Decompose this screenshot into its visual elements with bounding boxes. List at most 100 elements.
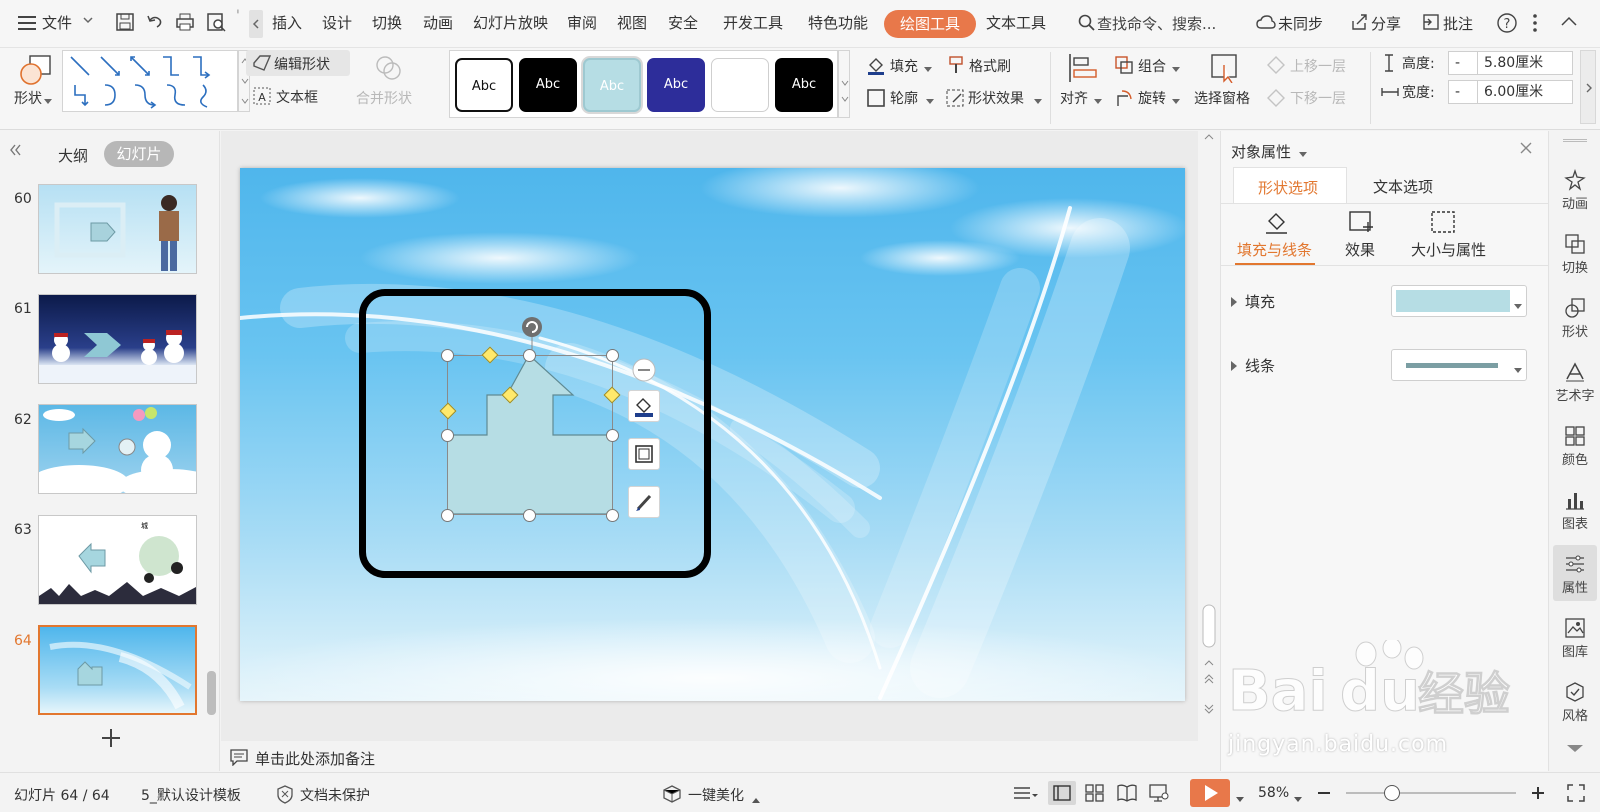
- style-swatch-white[interactable]: Abc: [455, 58, 513, 112]
- zoom-slider-track[interactable]: [1346, 792, 1516, 794]
- tab-design[interactable]: 设计: [322, 12, 352, 33]
- resize-handle-top[interactable]: [523, 349, 536, 362]
- more-quick-access-icon[interactable]: ': [236, 8, 240, 24]
- canvas-scrollbar[interactable]: [1198, 131, 1220, 741]
- align-button[interactable]: 对齐: [1060, 88, 1088, 108]
- merge-shape-button[interactable]: 合并形状: [356, 88, 412, 108]
- chevron-down-icon[interactable]: [1299, 146, 1307, 162]
- tab-special[interactable]: 特色功能: [808, 12, 868, 33]
- group-button[interactable]: 组合: [1138, 56, 1166, 76]
- zoom-out-icon[interactable]: [1316, 785, 1332, 805]
- resize-handle-top-right[interactable]: [606, 349, 619, 362]
- more-options-icon[interactable]: [1531, 12, 1539, 38]
- notes-placeholder[interactable]: 单击此处添加备注: [255, 748, 375, 769]
- sidebar-item-transition[interactable]: 切换: [1549, 233, 1600, 276]
- send-backward-button[interactable]: 下移一层: [1290, 88, 1346, 108]
- reading-view-icon[interactable]: [1116, 783, 1138, 807]
- sidebar-scroll-down-icon[interactable]: [1563, 743, 1587, 759]
- zoom-in-icon[interactable]: [1530, 785, 1546, 805]
- notes-bar[interactable]: 单击此处添加备注: [221, 742, 1199, 772]
- tab-security[interactable]: 安全: [668, 12, 698, 33]
- slide-sorter-icon[interactable]: [1084, 783, 1106, 807]
- collapse-float-icon[interactable]: [632, 358, 656, 386]
- float-fill-button[interactable]: [628, 390, 660, 422]
- sidebar-item-gallery[interactable]: 图库: [1549, 617, 1600, 660]
- slide-thumbnail-62[interactable]: [38, 404, 197, 494]
- document-protection-status[interactable]: 文档未保护: [300, 785, 370, 805]
- sidebar-item-shape[interactable]: 形状: [1549, 297, 1600, 340]
- line-shape-gallery[interactable]: [62, 50, 238, 112]
- shape-insert-icon[interactable]: [18, 54, 54, 92]
- command-search-input[interactable]: 查找命令、搜索...: [1097, 13, 1216, 34]
- height-decrement-button[interactable]: -: [1448, 51, 1478, 75]
- tab-insert[interactable]: 插入: [272, 12, 302, 33]
- tab-text-tools[interactable]: 文本工具: [986, 12, 1046, 33]
- outline-button[interactable]: 轮廓: [890, 88, 918, 108]
- fit-window-icon[interactable]: [1566, 783, 1586, 807]
- thumbnail-scrollbar[interactable]: [207, 671, 216, 715]
- resize-handle-top-left[interactable]: [441, 349, 454, 362]
- chevron-down-icon[interactable]: [1034, 93, 1042, 109]
- style-swatch-navy[interactable]: Abc: [647, 58, 705, 112]
- format-painter-button[interactable]: 格式刷: [969, 56, 1011, 76]
- hamburger-icon[interactable]: [18, 15, 36, 35]
- line-style-dropdown[interactable]: [1391, 349, 1527, 381]
- sidebar-item-wordart[interactable]: 艺术字: [1549, 361, 1600, 404]
- slide-thumbnail-63[interactable]: 城: [38, 515, 197, 605]
- zoom-slider-thumb[interactable]: [1384, 785, 1400, 801]
- print-preview-icon[interactable]: [206, 12, 226, 36]
- resize-handle-right[interactable]: [606, 429, 619, 442]
- tab-outline[interactable]: 大纲: [58, 145, 88, 166]
- tab-slideshow[interactable]: 幻灯片放映: [473, 12, 548, 33]
- file-menu[interactable]: 文件: [42, 12, 72, 33]
- selection-pane-button[interactable]: 选择窗格: [1194, 88, 1250, 108]
- ribbon-scroll-right[interactable]: [1580, 50, 1596, 124]
- sidebar-item-style[interactable]: 风格: [1549, 681, 1600, 724]
- slide-thumbnail-64[interactable]: [38, 625, 197, 715]
- shape-effects-button[interactable]: 形状效果: [968, 88, 1024, 108]
- chevron-down-icon[interactable]: [44, 93, 52, 109]
- style-swatch-blank[interactable]: [711, 58, 769, 112]
- resize-handle-bottom-right[interactable]: [606, 509, 619, 522]
- fill-section-label[interactable]: 填充: [1245, 291, 1275, 312]
- style-swatch-black-2[interactable]: Abc: [775, 58, 833, 112]
- sidebar-item-properties[interactable]: 属性: [1549, 553, 1600, 596]
- chevron-down-icon[interactable]: [924, 61, 932, 77]
- height-input[interactable]: 5.80厘米: [1477, 51, 1573, 75]
- style-swatch-black[interactable]: Abc: [519, 58, 577, 112]
- style-gallery-scroll[interactable]: [838, 50, 850, 118]
- line-section-label[interactable]: 线条: [1245, 355, 1275, 376]
- edit-shape-button[interactable]: 编辑形状: [246, 50, 350, 76]
- textbox-button[interactable]: 文本框: [276, 87, 318, 107]
- design-template[interactable]: 5_默认设计模板: [141, 785, 241, 805]
- tab-review[interactable]: 审阅: [567, 12, 597, 33]
- share-button[interactable]: 分享: [1371, 13, 1401, 34]
- subtab-fill-line[interactable]: 填充与线条: [1237, 239, 1312, 260]
- zoom-level[interactable]: 58%: [1258, 785, 1289, 801]
- save-icon[interactable]: [115, 12, 135, 36]
- chevron-down-icon[interactable]: [1172, 61, 1180, 77]
- slide-thumbnail-61[interactable]: [38, 294, 197, 384]
- sidebar-item-chart[interactable]: 图表: [1549, 489, 1600, 532]
- bring-forward-button[interactable]: 上移一层: [1290, 56, 1346, 76]
- collapse-ribbon-icon[interactable]: [1560, 14, 1578, 32]
- chevron-down-icon[interactable]: [1236, 791, 1244, 807]
- tab-shape-options[interactable]: 形状选项: [1233, 167, 1347, 203]
- width-input[interactable]: 6.00厘米: [1477, 80, 1573, 104]
- comment-button[interactable]: 批注: [1443, 13, 1473, 34]
- tab-slides[interactable]: 幻灯片: [104, 141, 174, 167]
- slide-thumbnail-60[interactable]: [38, 184, 197, 274]
- play-slideshow-button[interactable]: [1190, 779, 1230, 807]
- rotate-button[interactable]: 旋转: [1138, 88, 1166, 108]
- normal-view-button[interactable]: [1048, 781, 1076, 805]
- tabs-scroll-left-icon[interactable]: [249, 10, 263, 38]
- print-icon[interactable]: [175, 12, 195, 36]
- chevron-down-icon[interactable]: [1172, 93, 1180, 109]
- subtab-size-properties[interactable]: 大小与属性: [1411, 239, 1486, 260]
- resize-handle-bottom[interactable]: [523, 509, 536, 522]
- tab-transition[interactable]: 切换: [372, 12, 402, 33]
- float-outline-button[interactable]: [628, 438, 660, 470]
- sidebar-item-animation[interactable]: 动画: [1549, 169, 1600, 212]
- collapse-pane-icon[interactable]: [8, 143, 22, 161]
- expand-fill-icon[interactable]: [1231, 295, 1237, 311]
